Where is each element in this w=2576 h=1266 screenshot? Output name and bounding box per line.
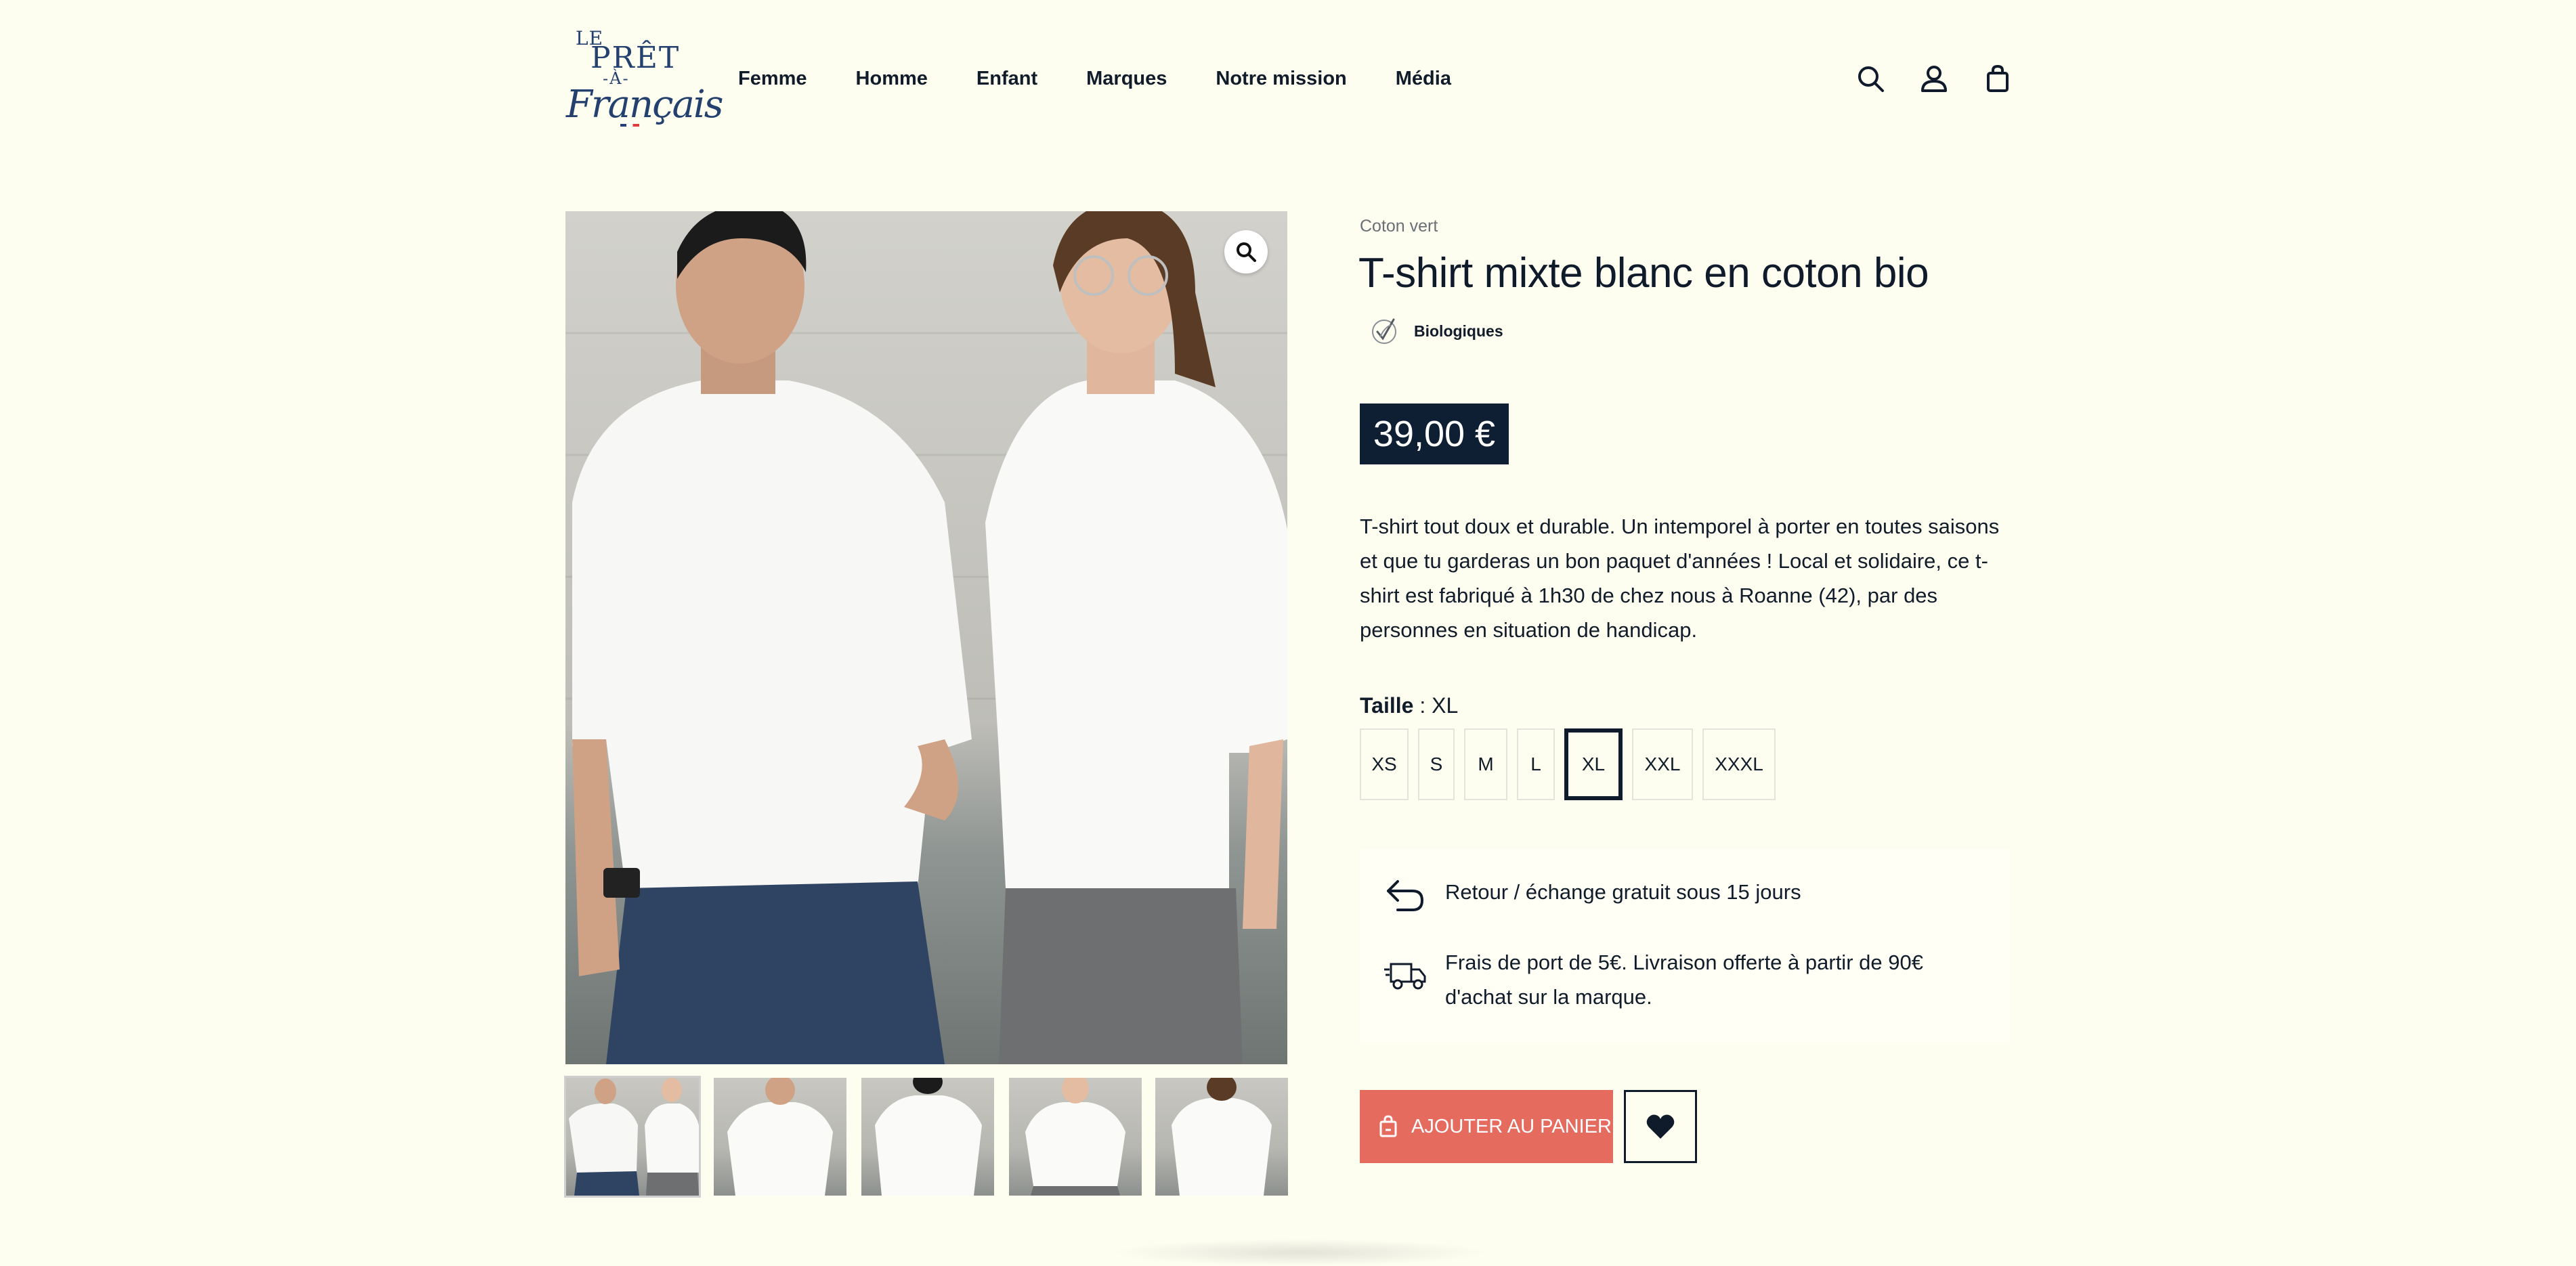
cart-bag-icon <box>1379 1115 1397 1137</box>
thumbnail-3[interactable] <box>861 1078 994 1196</box>
product-description: T-shirt tout doux et durable. Un intempo… <box>1360 515 2000 642</box>
size-selector-label: Taille : XL <box>1360 693 1458 718</box>
size-option-xs[interactable]: XS <box>1360 728 1409 800</box>
nav-marques[interactable]: Marques <box>1086 65 1167 92</box>
main-navigation: Femme Homme Enfant Marques Notre mission… <box>738 65 1500 92</box>
nav-notre-mission[interactable]: Notre mission <box>1216 65 1346 92</box>
size-options: XS S M L XL XXL XXXL <box>1360 728 1785 800</box>
logo-text-francais: Français <box>566 83 723 127</box>
thumbnail-image <box>569 1078 699 1196</box>
shopping-bag-icon[interactable] <box>1983 64 2013 93</box>
size-option-xxl[interactable]: XXL <box>1632 728 1693 800</box>
product-tag-label[interactable]: Biologiques <box>1414 322 1503 341</box>
thumbnail-4[interactable] <box>1009 1078 1142 1196</box>
organic-badge-icon <box>1371 317 1398 347</box>
product-main-image[interactable] <box>565 211 1287 1064</box>
product-photo-illustration <box>565 211 1287 1064</box>
return-arrow-icon <box>1384 876 1427 914</box>
size-option-l[interactable]: L <box>1517 728 1555 800</box>
french-flag-mark <box>620 124 639 127</box>
thumbnail-2[interactable] <box>714 1078 846 1196</box>
add-to-cart-button[interactable]: AJOUTER AU PANIER <box>1360 1090 1613 1163</box>
delivery-truck-icon <box>1384 956 1427 994</box>
nav-femme[interactable]: Femme <box>738 65 807 92</box>
magnifier-icon <box>1237 242 1256 262</box>
product-brand-link[interactable]: Coton vert <box>1360 217 1438 236</box>
thumbnail-image <box>727 1078 833 1196</box>
bottom-fade-shadow <box>1111 1239 1490 1266</box>
thumbnail-image <box>875 1078 982 1196</box>
size-option-s[interactable]: S <box>1418 728 1455 800</box>
selected-size-value: XL <box>1432 693 1459 718</box>
thumbnail-image <box>1172 1078 1272 1196</box>
shipping-info-box: Retour / échange gratuit sous 15 jours F… <box>1360 849 2010 1043</box>
brand-logo[interactable]: LE PRÊT -À- Français <box>566 27 723 135</box>
returns-info: Retour / échange gratuit sous 15 jours <box>1445 880 1801 904</box>
search-icon[interactable] <box>1855 64 1885 93</box>
account-icon[interactable] <box>1919 64 1949 93</box>
thumbnail-5[interactable] <box>1155 1078 1288 1196</box>
thumbnail-image <box>1025 1078 1125 1196</box>
thumbnail-1[interactable] <box>564 1076 701 1198</box>
nav-enfant[interactable]: Enfant <box>976 65 1037 92</box>
size-option-m[interactable]: M <box>1464 728 1507 800</box>
zoom-button[interactable] <box>1224 230 1268 274</box>
size-option-xl[interactable]: XL <box>1564 728 1623 800</box>
size-label-separator: : <box>1413 693 1432 718</box>
add-to-cart-label: AJOUTER AU PANIER <box>1411 1115 1612 1137</box>
shipping-info: Frais de port de 5€. Livraison offerte à… <box>1445 951 1923 1009</box>
nav-homme[interactable]: Homme <box>856 65 928 92</box>
heart-icon <box>1646 1114 1675 1139</box>
product-title: T-shirt mixte blanc en coton bio <box>1358 250 1929 297</box>
wishlist-button[interactable] <box>1624 1090 1697 1163</box>
product-price: 39,00 € <box>1360 403 1509 464</box>
size-label-title: Taille <box>1360 693 1414 718</box>
size-option-xxxl[interactable]: XXXL <box>1702 728 1776 800</box>
nav-media[interactable]: Média <box>1396 65 1451 92</box>
